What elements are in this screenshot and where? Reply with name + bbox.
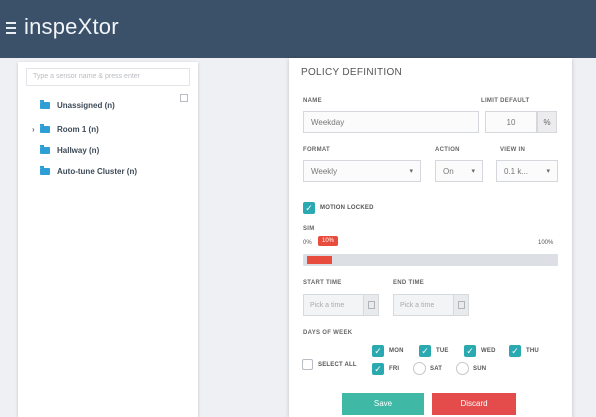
day-label-tue: TUE bbox=[436, 348, 449, 354]
motion-locked-checkbox[interactable]: ✓ bbox=[303, 202, 315, 214]
clock-icon bbox=[368, 301, 375, 309]
day-checkbox-thu[interactable]: ✓ bbox=[509, 345, 521, 357]
format-select-value: Weekly bbox=[311, 167, 338, 176]
action-label: ACTION bbox=[435, 147, 460, 153]
start-time-clock-button[interactable] bbox=[363, 294, 379, 316]
sim-slider[interactable] bbox=[303, 254, 558, 266]
tree-item-label: Hallway (n) bbox=[57, 145, 100, 155]
sensor-search-input[interactable]: Type a sensor name & press enter bbox=[26, 68, 190, 86]
start-time-label: START TIME bbox=[303, 280, 342, 286]
limit-default-input[interactable]: 10 bbox=[485, 111, 537, 133]
end-time-clock-button[interactable] bbox=[453, 294, 469, 316]
save-button[interactable]: Save bbox=[342, 393, 424, 415]
day-label-sun: SUN bbox=[473, 366, 487, 372]
format-select[interactable]: Weekly ▾ bbox=[303, 160, 421, 182]
day-checkbox-tue[interactable]: ✓ bbox=[419, 345, 431, 357]
sim-end-label: 100% bbox=[538, 240, 554, 246]
folder-icon bbox=[40, 99, 50, 109]
clock-icon bbox=[458, 301, 465, 309]
chevron-down-icon: ▾ bbox=[471, 168, 475, 175]
chevron-down-icon: ▾ bbox=[546, 168, 550, 175]
limit-default-label: LIMIT DEFAULT bbox=[481, 98, 530, 104]
sim-value-badge: 10% bbox=[318, 236, 338, 246]
panel-title: POLICY DEFINITION bbox=[301, 67, 403, 78]
app-title: inspeXtor bbox=[24, 14, 119, 39]
day-label-mon: MON bbox=[389, 348, 404, 354]
motion-locked-label: MOTION LOCKED bbox=[320, 205, 374, 211]
day-checkbox-sun[interactable] bbox=[456, 362, 469, 375]
day-checkbox-fri[interactable]: ✓ bbox=[372, 363, 384, 375]
folder-icon bbox=[40, 144, 50, 154]
view-in-select[interactable]: 0.1 k... ▾ bbox=[496, 160, 558, 182]
name-input[interactable]: Weekday bbox=[303, 111, 479, 133]
limit-unit-button[interactable]: % bbox=[537, 111, 557, 133]
end-time-input[interactable]: Pick a time bbox=[393, 294, 458, 316]
select-all-label: SELECT ALL bbox=[318, 362, 357, 368]
name-label: NAME bbox=[303, 98, 322, 104]
day-label-thu: THU bbox=[526, 348, 539, 354]
expand-toggle-icon[interactable]: › bbox=[32, 125, 40, 134]
sim-label: SIM bbox=[303, 226, 315, 232]
action-select-value: On bbox=[443, 167, 454, 176]
day-checkbox-sat[interactable] bbox=[413, 362, 426, 375]
folder-icon bbox=[40, 165, 50, 175]
format-label: FORMAT bbox=[303, 147, 331, 153]
tree-item-label: Auto-tune Cluster (n) bbox=[57, 166, 137, 176]
day-label-sat: SAT bbox=[430, 366, 443, 372]
select-all-checkbox[interactable] bbox=[302, 359, 313, 370]
top-bar: inspeXtor bbox=[0, 0, 596, 58]
policy-definition-panel: POLICY DEFINITION NAME Weekday LIMIT DEF… bbox=[289, 58, 572, 417]
days-of-week-label: DAYS OF WEEK bbox=[303, 330, 353, 336]
sim-slider-fill bbox=[307, 256, 332, 264]
folder-icon bbox=[40, 123, 50, 133]
sim-start-label: 0% bbox=[303, 240, 312, 246]
tree-item-hallway[interactable]: Hallway (n) bbox=[32, 143, 99, 157]
day-checkbox-wed[interactable]: ✓ bbox=[464, 345, 476, 357]
tree-item-room-1[interactable]: › Room 1 (n) bbox=[32, 122, 99, 136]
tree-item-label: Room 1 (n) bbox=[57, 124, 99, 134]
view-in-label: VIEW IN bbox=[500, 147, 526, 153]
action-select[interactable]: On ▾ bbox=[435, 160, 483, 182]
end-time-label: END TIME bbox=[393, 280, 425, 286]
day-checkbox-mon[interactable]: ✓ bbox=[372, 345, 384, 357]
chevron-down-icon: ▾ bbox=[409, 168, 413, 175]
start-time-input[interactable]: Pick a time bbox=[303, 294, 368, 316]
discard-button[interactable]: Discard bbox=[432, 393, 516, 415]
day-label-fri: FRI bbox=[389, 366, 400, 372]
tree-item-label: Unassigned (n) bbox=[57, 100, 115, 110]
view-in-select-value: 0.1 k... bbox=[504, 167, 529, 176]
day-label-wed: WED bbox=[481, 348, 496, 354]
collapse-all-checkbox[interactable] bbox=[180, 94, 188, 102]
tree-item-unassigned[interactable]: Unassigned (n) bbox=[32, 98, 115, 112]
sensor-tree-panel: Type a sensor name & press enter Unassig… bbox=[18, 62, 198, 417]
tree-item-auto-tune-cluster[interactable]: Auto-tune Cluster (n) bbox=[32, 164, 137, 178]
hamburger-menu-icon[interactable] bbox=[6, 22, 16, 34]
